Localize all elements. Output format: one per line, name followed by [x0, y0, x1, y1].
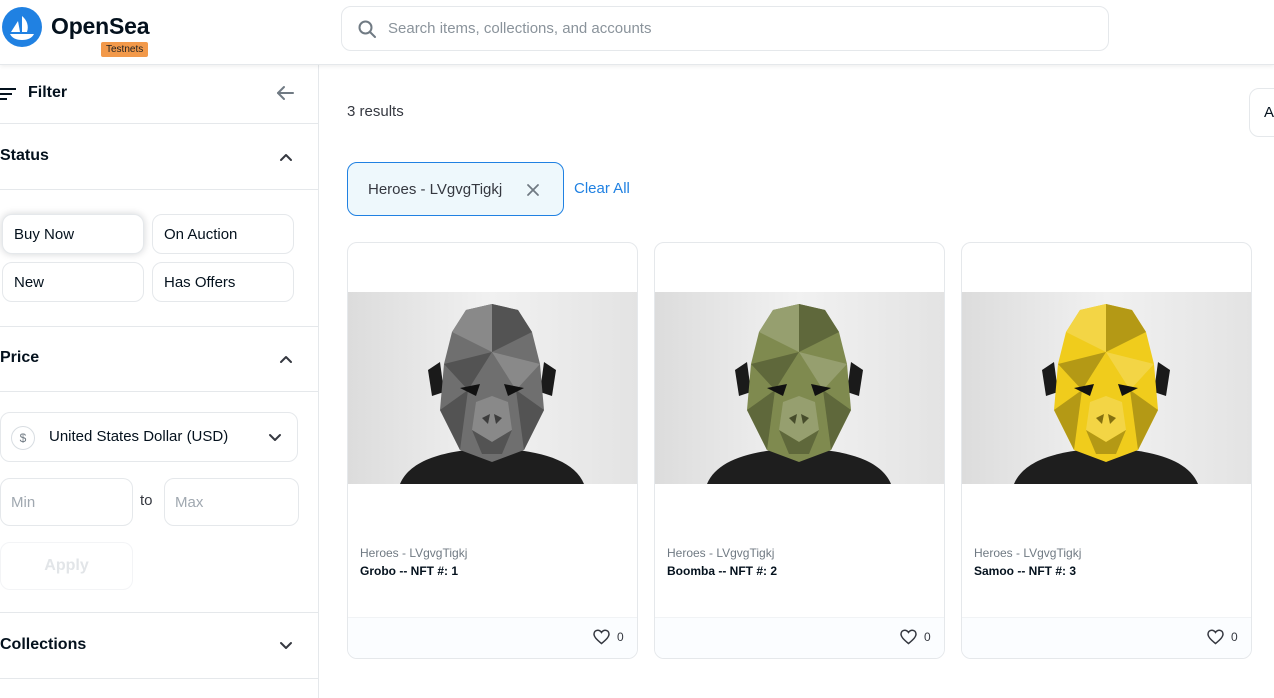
collections-section-header[interactable]: Collections — [0, 613, 318, 679]
status-on-auction-button[interactable]: On Auction — [152, 214, 294, 254]
active-filter-chip[interactable]: Heroes - LVgvgTigkj — [347, 162, 564, 216]
chevron-up-icon — [280, 154, 292, 161]
card-footer: 0 — [962, 617, 1251, 658]
testnets-badge: Testnets — [101, 42, 149, 57]
min-price-input[interactable] — [0, 478, 133, 526]
nft-card[interactable]: Heroes - LVgvgTigkj Grobo -- NFT #: 1 0 — [347, 242, 638, 659]
close-icon[interactable] — [526, 183, 540, 197]
like-count: 0 — [1231, 630, 1238, 644]
nft-image[interactable] — [348, 292, 637, 484]
card-footer: 0 — [655, 617, 944, 658]
status-has-offers-button[interactable]: Has Offers — [152, 262, 294, 302]
currency-label: United States Dollar (USD) — [49, 428, 229, 445]
nft-card[interactable]: Heroes - LVgvgTigkj Boomba -- NFT #: 2 0 — [654, 242, 945, 659]
nft-title[interactable]: Boomba -- NFT #: 2 — [667, 564, 777, 578]
filter-title: Filter — [28, 84, 68, 101]
max-price-input[interactable] — [164, 478, 299, 526]
collections-title: Collections — [0, 636, 87, 653]
currency-select[interactable]: $ United States Dollar (USD) — [0, 412, 298, 462]
active-filter-label: Heroes - LVgvgTigkj — [368, 181, 503, 198]
top-header: OpenSea Testnets — [0, 0, 1274, 65]
nft-collection-name[interactable]: Heroes - LVgvgTigkj — [667, 546, 774, 560]
clear-all-link[interactable]: Clear All — [574, 180, 630, 197]
filter-header: Filter — [0, 65, 318, 124]
nft-collection-name[interactable]: Heroes - LVgvgTigkj — [974, 546, 1081, 560]
opensea-logo-icon[interactable] — [2, 7, 42, 47]
filter-sidebar: Filter Status Buy Now On Auction New Has… — [0, 65, 319, 698]
heart-icon[interactable] — [1207, 629, 1224, 645]
chevron-down-icon — [269, 434, 281, 441]
apply-button[interactable]: Apply — [0, 542, 133, 590]
like-count: 0 — [617, 630, 624, 644]
nft-card[interactable]: Heroes - LVgvgTigkj Samoo -- NFT #: 3 0 — [961, 242, 1252, 659]
filter-list-icon — [0, 88, 16, 100]
heart-icon[interactable] — [593, 629, 610, 645]
brand-name[interactable]: OpenSea — [51, 13, 150, 40]
search-input[interactable] — [388, 7, 1088, 50]
status-options: Buy Now On Auction New Has Offers — [0, 190, 318, 327]
range-to-label: to — [140, 492, 153, 509]
arrow-left-icon[interactable] — [275, 83, 295, 103]
price-title: Price — [0, 349, 40, 366]
status-new-button[interactable]: New — [2, 262, 144, 302]
chevron-down-icon — [280, 642, 292, 649]
nft-collection-name[interactable]: Heroes - LVgvgTigkj — [360, 546, 467, 560]
card-footer: 0 — [348, 617, 637, 658]
nft-title[interactable]: Grobo -- NFT #: 1 — [360, 564, 458, 578]
price-options: $ United States Dollar (USD) to Apply — [0, 392, 318, 613]
like-count: 0 — [924, 630, 931, 644]
sort-dropdown[interactable]: A — [1249, 88, 1274, 137]
status-buy-now-button[interactable]: Buy Now — [2, 214, 144, 254]
chevron-up-icon — [280, 356, 292, 363]
dollar-icon: $ — [11, 426, 35, 450]
nft-image[interactable] — [962, 292, 1251, 484]
price-section-header[interactable]: Price — [0, 326, 318, 392]
heart-icon[interactable] — [900, 629, 917, 645]
results-count: 3 results — [347, 103, 404, 120]
search-icon — [358, 20, 376, 38]
nft-title[interactable]: Samoo -- NFT #: 3 — [974, 564, 1076, 578]
search-bar[interactable] — [341, 6, 1109, 51]
sort-label: A — [1264, 104, 1274, 121]
status-title: Status — [0, 147, 49, 164]
nft-image[interactable] — [655, 292, 944, 484]
status-section-header[interactable]: Status — [0, 124, 318, 190]
